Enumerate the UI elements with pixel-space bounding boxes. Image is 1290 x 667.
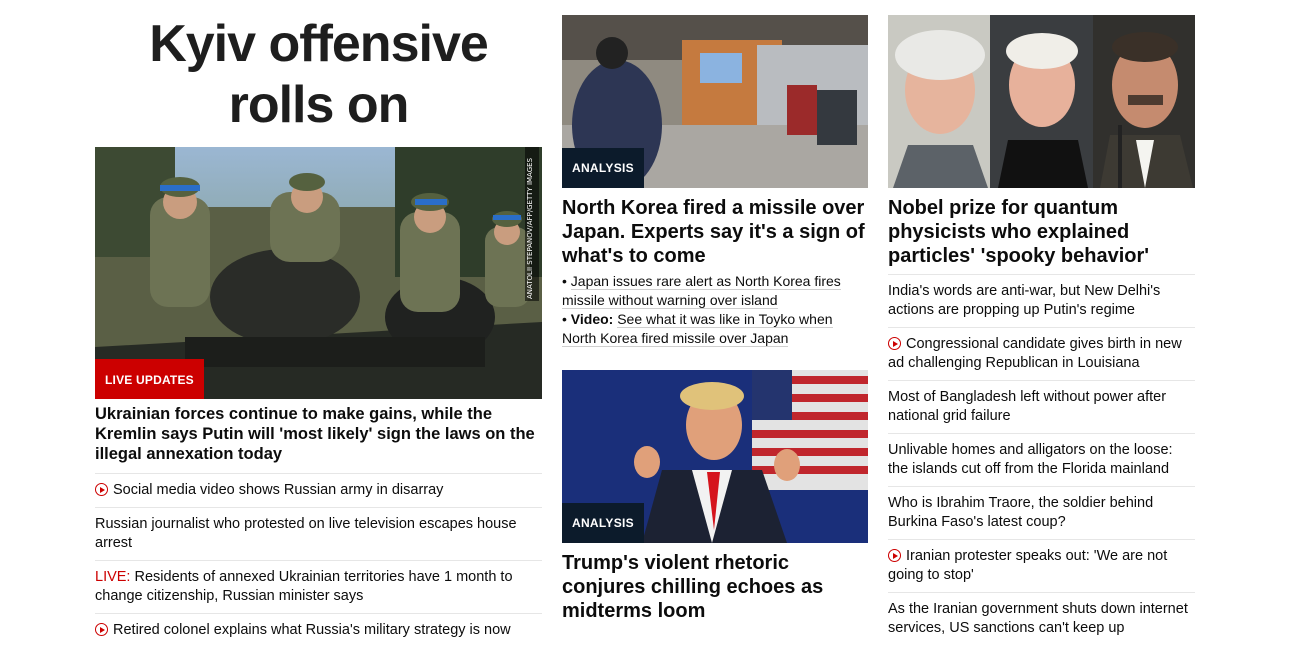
link-text: Congressional candidate gives birth in n… <box>888 336 1182 371</box>
link-text: Unlivable homes and alligators on the lo… <box>888 442 1173 477</box>
list-item[interactable]: Unlivable homes and alligators on the lo… <box>888 433 1195 486</box>
link-text: Retired colonel explains what Russia's m… <box>113 622 511 638</box>
list-item[interactable]: Social media video shows Russian army in… <box>95 473 542 507</box>
play-icon <box>888 549 901 562</box>
analysis-badge: ANALYSIS <box>562 148 644 188</box>
photo-credit: ANATOLII STEPANOV/AFP/GETTY IMAGES <box>525 147 539 301</box>
nobel-headline[interactable]: Nobel prize for quantum physicists who e… <box>888 196 1195 268</box>
main-story-column: Kyiv offensive rolls on ANATOLII STEPANO… <box>95 0 542 638</box>
link-text: Most of Bangladesh left without power af… <box>888 389 1167 424</box>
list-item[interactable]: Most of Bangladesh left without power af… <box>888 380 1195 433</box>
headline-line-2: rolls on <box>228 76 410 134</box>
analysis-badge: ANALYSIS <box>562 503 644 543</box>
headline-line-1: Kyiv offensive <box>149 15 489 73</box>
play-icon <box>95 623 108 636</box>
lead-story-link[interactable]: Ukrainian forces continue to make gains,… <box>95 404 542 464</box>
north-korea-bullets: • Japan issues rare alert as North Korea… <box>562 272 868 348</box>
more-stories-list: India's words are anti-war, but New Delh… <box>888 274 1195 645</box>
live-kicker: LIVE: <box>95 569 131 585</box>
link-text: India's words are anti-war, but New Delh… <box>888 283 1161 318</box>
link-text: Social media video shows Russian army in… <box>113 482 444 498</box>
bullet-item[interactable]: • Japan issues rare alert as North Korea… <box>562 272 868 310</box>
live-updates-badge: LIVE UPDATES <box>95 359 204 399</box>
list-item[interactable]: Iranian protester speaks out: 'We are no… <box>888 539 1195 592</box>
headline-link[interactable]: Kyiv offensive rolls on <box>95 14 542 135</box>
bullet-text: Japan issues rare alert as North Korea f… <box>562 273 841 309</box>
link-text: Who is Ibrahim Traore, the soldier behin… <box>888 495 1154 530</box>
nobel-image[interactable] <box>888 15 1195 188</box>
list-item[interactable]: India's words are anti-war, but New Delh… <box>888 274 1195 327</box>
related-links-list: Social media video shows Russian army in… <box>95 473 542 647</box>
link-text: Russian journalist who protested on live… <box>95 516 517 551</box>
list-item[interactable]: Retired colonel explains what Russia's m… <box>95 613 542 647</box>
list-item[interactable]: As the Iranian government shuts down int… <box>888 592 1195 645</box>
north-korea-image[interactable]: ANALYSIS <box>562 15 868 188</box>
trump-image[interactable]: ANALYSIS <box>562 370 868 543</box>
north-korea-headline[interactable]: North Korea fired a missile over Japan. … <box>562 196 868 268</box>
nobel-laureates-photo <box>888 15 1195 188</box>
bullet-item[interactable]: • Video: See what it was like in Toyko w… <box>562 310 868 348</box>
trump-headline[interactable]: Trump's violent rhetoric conjures chilli… <box>562 551 868 623</box>
list-item[interactable]: Congressional candidate gives birth in n… <box>888 327 1195 380</box>
link-text: Iranian protester speaks out: 'We are no… <box>888 548 1168 583</box>
page-headline: Kyiv offensive rolls on <box>95 14 542 135</box>
play-icon <box>95 483 108 496</box>
link-text: As the Iranian government shuts down int… <box>888 601 1188 636</box>
play-icon <box>888 337 901 350</box>
video-label: Video: <box>570 311 614 327</box>
list-item[interactable]: Russian journalist who protested on live… <box>95 507 542 560</box>
link-text: Residents of annexed Ukrainian territori… <box>95 569 513 604</box>
list-item[interactable]: LIVE: Residents of annexed Ukrainian ter… <box>95 560 542 613</box>
list-item[interactable]: Who is Ibrahim Traore, the soldier behin… <box>888 486 1195 539</box>
hero-image[interactable]: ANATOLII STEPANOV/AFP/GETTY IMAGES LIVE … <box>95 147 542 399</box>
